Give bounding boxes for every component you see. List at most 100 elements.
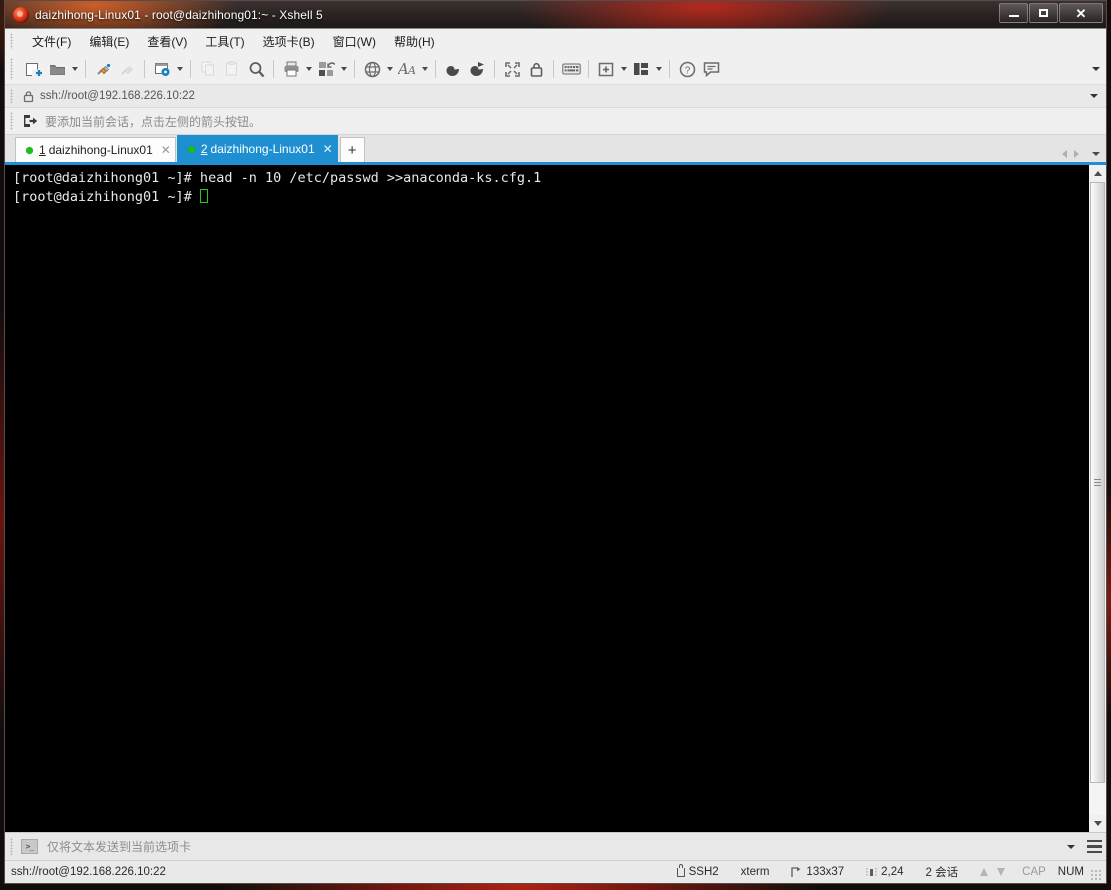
properties-caret[interactable]	[174, 57, 185, 81]
font-icon[interactable]: A A	[395, 57, 419, 81]
layout-columns-icon[interactable]	[629, 57, 653, 81]
terminal-screen[interactable]: [root@daizhihong01 ~]# head -n 10 /etc/p…	[5, 165, 1088, 832]
tab-next-arrow-icon[interactable]	[1074, 150, 1079, 158]
status-terminal-type-text: xterm	[740, 866, 770, 878]
question-circle-icon[interactable]: ?	[675, 57, 699, 81]
copy-icon[interactable]	[196, 57, 220, 81]
status-terminal-type: xterm	[730, 866, 781, 878]
session-hint-bar: 要添加当前会话，点击左侧的箭头按钮。	[5, 108, 1106, 135]
terminal-prompt-icon: >_	[21, 839, 38, 854]
tab-close-icon[interactable]: ✕	[161, 144, 171, 156]
resize-grip-icon[interactable]	[1090, 869, 1102, 881]
open-folder-icon[interactable]	[45, 57, 69, 81]
address-bar[interactable]: ssh://root@192.168.226.10:22	[5, 85, 1106, 108]
terminal-line-1: [root@daizhihong01 ~]# head -n 10 /etc/p…	[13, 170, 542, 186]
tab-1[interactable]: 1 daizhihong-Linux01 ✕	[15, 137, 176, 162]
font-caret[interactable]	[419, 57, 430, 81]
status-transfer-indicators	[969, 868, 1016, 876]
toolbar-separator	[273, 60, 274, 78]
maximize-icon	[1039, 9, 1048, 17]
tab-bar-controls	[1062, 150, 1100, 158]
toolbar-separator	[588, 60, 589, 78]
add-layout-icon[interactable]	[594, 57, 618, 81]
sendbar-menu-icon[interactable]	[1087, 837, 1102, 857]
toolbar-separator	[85, 60, 86, 78]
terminal-cursor	[199, 189, 208, 203]
globe-caret[interactable]	[384, 57, 395, 81]
find-icon[interactable]	[244, 57, 268, 81]
speech-bubble-icon[interactable]	[699, 57, 723, 81]
tab-status-dot	[187, 145, 195, 153]
send-bar-controls	[1067, 833, 1102, 860]
toolbar-separator	[669, 60, 670, 78]
status-cursor-position: 2,24	[855, 866, 914, 878]
tab-2[interactable]: 2 daizhihong-Linux01 ✕	[176, 135, 338, 162]
transfer-icon[interactable]	[314, 57, 338, 81]
window-title: daizhihong-Linux01 - root@daizhihong01:~…	[35, 7, 323, 22]
properties-icon[interactable]	[150, 57, 174, 81]
menu-tabs[interactable]: 选项卡(B)	[254, 30, 324, 53]
sendbar-dropdown-caret-icon[interactable]	[1067, 844, 1075, 849]
scroll-up-arrow-icon[interactable]	[1089, 165, 1106, 182]
address-url: ssh://root@192.168.226.10:22	[40, 90, 195, 102]
upload-arrow-icon	[980, 868, 989, 876]
send-text-bar[interactable]: >_ 仅将文本发送到当前选项卡	[5, 832, 1106, 860]
status-size-text: 133x37	[806, 866, 845, 878]
fullscreen-icon[interactable]	[500, 57, 524, 81]
address-dropdown-caret[interactable]	[1090, 94, 1098, 98]
minimize-icon	[1008, 15, 1019, 17]
tab-number: 1	[39, 143, 46, 157]
title-bar[interactable]: daizhihong-Linux01 - root@daizhihong01:~…	[5, 1, 1106, 29]
record-icon[interactable]	[465, 57, 489, 81]
tab-close-icon[interactable]: ✕	[323, 143, 333, 155]
open-folder-caret[interactable]	[69, 57, 80, 81]
scroll-down-arrow-icon[interactable]	[1089, 815, 1106, 832]
new-tab-button[interactable]: +	[339, 137, 365, 162]
menu-file[interactable]: 文件(F)	[23, 30, 80, 53]
status-terminal-size: 133x37	[780, 866, 855, 878]
padlock-icon[interactable]	[524, 57, 548, 81]
close-button[interactable]: ✕	[1059, 3, 1103, 23]
status-cells: SSH2 xterm 133x37 2,24 2 会话 CAP NUM	[666, 861, 1104, 883]
maximize-button[interactable]	[1029, 3, 1058, 23]
globe-icon[interactable]	[360, 57, 384, 81]
toolbar: A A ?	[5, 54, 1106, 85]
status-cursor-text: 2,24	[881, 866, 904, 878]
tab-list-caret-icon[interactable]	[1092, 152, 1100, 156]
print-caret[interactable]	[303, 57, 314, 81]
download-arrow-icon	[997, 868, 1006, 876]
svg-text:A: A	[407, 64, 416, 77]
menu-tools[interactable]: 工具(T)	[196, 30, 253, 53]
log-icon[interactable]	[441, 57, 465, 81]
toolbar-separator	[354, 60, 355, 78]
disconnect-icon[interactable]	[115, 57, 139, 81]
paste-icon[interactable]	[220, 57, 244, 81]
add-session-arrow-icon[interactable]	[23, 114, 38, 128]
address-lock-icon	[23, 90, 34, 103]
menu-window[interactable]: 窗口(W)	[324, 30, 385, 53]
toolbar-overflow-caret[interactable]	[1092, 54, 1100, 84]
scrollbar-thumb[interactable]	[1090, 182, 1105, 784]
tab-label: daizhihong-Linux01	[48, 143, 153, 157]
transfer-caret[interactable]	[338, 57, 349, 81]
add-layout-caret[interactable]	[618, 57, 629, 81]
new-session-icon[interactable]	[21, 57, 45, 81]
connect-icon[interactable]	[91, 57, 115, 81]
toolbar-separator	[435, 60, 436, 78]
scrollbar-track[interactable]	[1089, 182, 1106, 815]
layout-columns-caret[interactable]	[653, 57, 664, 81]
tab-prev-arrow-icon[interactable]	[1062, 150, 1067, 158]
menu-edit[interactable]: 编辑(E)	[80, 30, 138, 53]
print-icon[interactable]	[279, 57, 303, 81]
menu-view[interactable]: 查看(V)	[138, 30, 196, 53]
keyboard-icon[interactable]	[559, 57, 583, 81]
terminal-area: [root@daizhihong01 ~]# head -n 10 /etc/p…	[5, 162, 1106, 832]
minimize-button[interactable]	[999, 3, 1028, 23]
tab-label: daizhihong-Linux01	[210, 142, 315, 156]
xshell-window: daizhihong-Linux01 - root@daizhihong01:~…	[4, 0, 1107, 884]
toolbar-separator	[144, 60, 145, 78]
menu-help[interactable]: 帮助(H)	[385, 30, 444, 53]
status-lock-icon	[676, 863, 685, 877]
tab-number: 2	[200, 142, 208, 156]
terminal-scrollbar[interactable]	[1088, 165, 1106, 832]
